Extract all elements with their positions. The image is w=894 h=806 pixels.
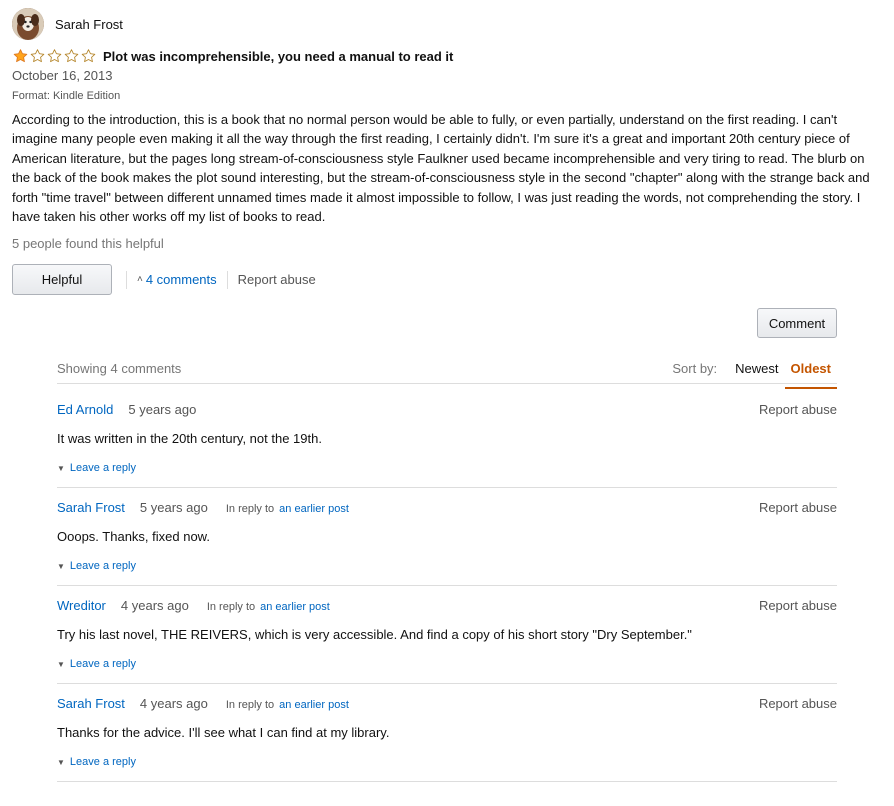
chevron-up-icon: ˄ [137,274,143,285]
leave-reply-link[interactable]: ▼ Leave a reply [57,560,136,572]
leave-reply-label[interactable]: Leave a reply [70,756,136,768]
avatar[interactable] [12,8,44,40]
comment-item: Ed Arnold 5 years ago Report abuse It wa… [57,390,837,488]
report-abuse-link[interactable]: Report abuse [759,598,837,613]
in-reply-to-label: In reply to [225,699,275,711]
comment-header: Sarah Frost 5 years ago In reply to an e… [57,500,349,515]
sort-oldest-tab[interactable]: Oldest [784,361,837,389]
comment-header: Wreditor 4 years ago In reply to an earl… [57,598,330,613]
earlier-post-link[interactable]: an earlier post [279,699,349,711]
review-title[interactable]: Plot was incomprehensible, you need a ma… [103,49,453,64]
star-empty-icon [47,49,62,63]
comment-age: 4 years ago [120,598,189,613]
comment-age: 5 years ago [128,402,197,417]
review-actions: Helpful ˄ 4 comments Report abuse [12,264,316,295]
report-abuse-link[interactable]: Report abuse [238,272,316,287]
earlier-post-link[interactable]: an earlier post [260,601,330,613]
review-body: According to the introduction, this is a… [12,112,870,225]
divider [226,270,228,289]
divider [126,270,127,289]
comments-count: Showing 4 comments [57,361,182,376]
reviewer-name[interactable]: Sarah Frost [55,17,123,32]
chevron-down-icon: ▼ [57,463,65,473]
star-empty-icon [64,49,79,63]
chevron-down-icon: ▼ [57,659,65,669]
chevron-down-icon: ▼ [57,757,65,767]
comment-header: Ed Arnold 5 years ago [57,402,196,417]
review-date: October 16, 2013 [12,68,113,83]
report-abuse-link[interactable]: Report abuse [759,500,837,515]
reviewer-profile[interactable]: Sarah Frost [12,8,123,40]
comment-author[interactable]: Sarah Frost [57,696,125,711]
comments-toggle[interactable]: ˄ 4 comments [137,272,217,287]
leave-reply-link[interactable]: ▼ Leave a reply [57,658,136,670]
helpful-button[interactable]: Helpful [12,264,112,295]
helpful-count: 5 people found this helpful [12,236,164,251]
comment-item: Sarah Frost 4 years ago In reply to an e… [57,684,837,782]
comment-author[interactable]: Wreditor [57,598,106,613]
comment-text: It was written in the 20th century, not … [57,431,322,446]
comment-author[interactable]: Ed Arnold [57,402,113,417]
comment-author[interactable]: Sarah Frost [57,500,125,515]
star-rating[interactable] [12,48,97,64]
star-filled-icon [13,49,28,63]
report-abuse-link[interactable]: Report abuse [759,402,837,417]
leave-reply-label[interactable]: Leave a reply [70,658,136,670]
review-rating-line: Plot was incomprehensible, you need a ma… [12,48,453,64]
report-abuse-link[interactable]: Report abuse [759,696,837,711]
review-format: Format: Kindle Edition [12,90,121,102]
star-empty-icon [81,49,96,63]
leave-reply-link[interactable]: ▼ Leave a reply [57,462,136,474]
in-reply-to-label: In reply to [225,503,275,515]
sort-label: Sort by: [672,361,718,376]
star-empty-icon [30,49,45,63]
in-reply-to-label: In reply to [206,601,256,613]
comment-text: Try his last novel, THE REIVERS, which i… [57,627,692,642]
comments-header: Showing 4 comments Sort by: Newest Oldes… [57,356,837,389]
comment-header: Sarah Frost 4 years ago In reply to an e… [57,696,349,711]
comment-item: Sarah Frost 5 years ago In reply to an e… [57,488,837,586]
sort-newest-tab[interactable]: Newest [729,361,784,384]
sort-control: Sort by: Newest Oldest [672,356,837,389]
leave-reply-link[interactable]: ▼ Leave a reply [57,756,136,768]
comments-link[interactable]: 4 comments [146,272,217,287]
chevron-down-icon: ▼ [57,561,65,571]
comment-text: Thanks for the advice. I'll see what I c… [57,725,390,740]
comment-button[interactable]: Comment [757,308,837,338]
leave-reply-label[interactable]: Leave a reply [70,462,136,474]
comment-text: Ooops. Thanks, fixed now. [57,529,210,544]
comment-age: 4 years ago [139,696,208,711]
earlier-post-link[interactable]: an earlier post [279,503,349,515]
comment-item: Wreditor 4 years ago In reply to an earl… [57,586,837,684]
leave-reply-label[interactable]: Leave a reply [70,560,136,572]
comment-age: 5 years ago [139,500,208,515]
